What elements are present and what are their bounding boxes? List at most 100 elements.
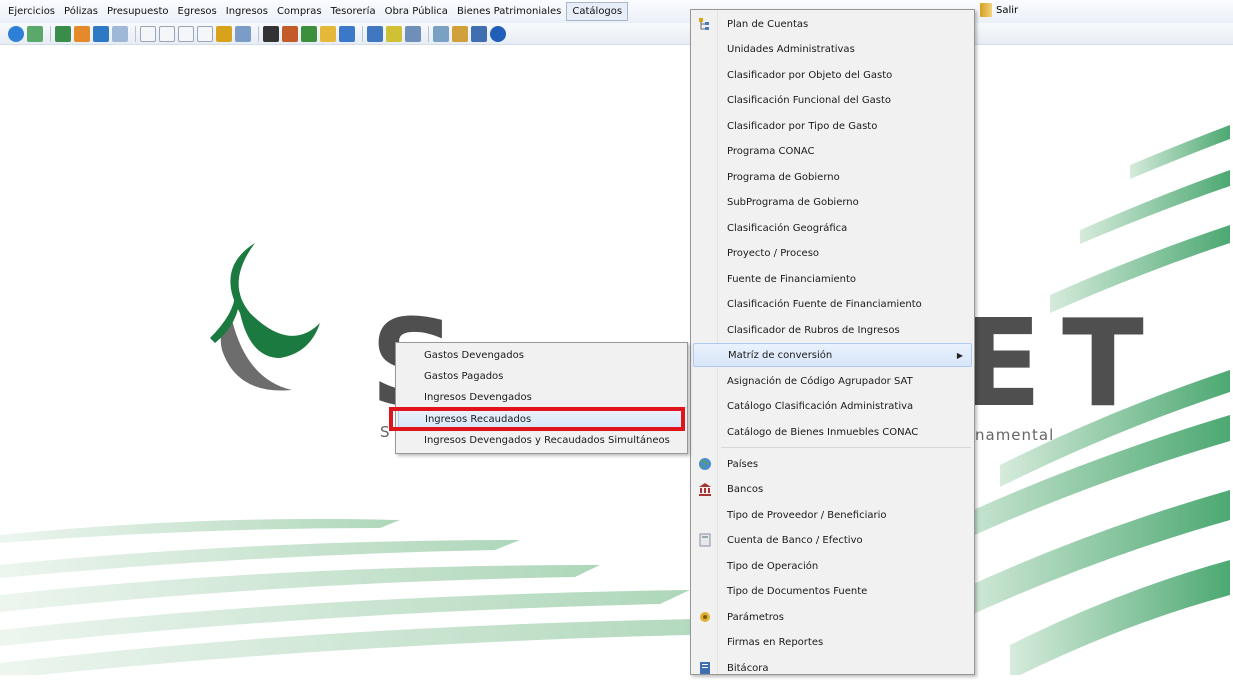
- menu-item-label: Clasificación Funcional del Gasto: [727, 94, 891, 106]
- submenu-item-ingresos-devengados[interactable]: Ingresos Devengados: [398, 387, 685, 407]
- box-icon[interactable]: [320, 25, 336, 42]
- menu-separator: [721, 447, 971, 448]
- menu-item-proyecto-proceso[interactable]: Proyecto / Proceso: [693, 241, 972, 265]
- menu-bienes-patrimoniales[interactable]: Bienes Patrimoniales: [453, 2, 565, 21]
- menu-salir-label: Salir: [996, 4, 1019, 16]
- paint-icon[interactable]: [386, 25, 402, 42]
- menu-item-bitacora[interactable]: Bitácora: [693, 656, 972, 680]
- report-icon[interactable]: [93, 25, 109, 42]
- key-icon[interactable]: [216, 25, 232, 42]
- menu-item-fuente-financiamiento[interactable]: Fuente de Financiamiento: [693, 267, 972, 291]
- submenu-arrow-icon: ▶: [956, 350, 963, 360]
- menu-item-clasificacion-fuente-financiamiento[interactable]: Clasificación Fuente de Financiamiento: [693, 292, 972, 316]
- menu-item-matriz-conversion[interactable]: Matríz de conversión ▶: [693, 343, 972, 367]
- menu-ingresos[interactable]: Ingresos: [222, 2, 272, 21]
- menu-item-plan-de-cuentas[interactable]: Plan de Cuentas: [693, 12, 972, 36]
- print-icon[interactable]: [235, 25, 251, 42]
- menu-item-label: Programa de Gobierno: [727, 171, 840, 183]
- help-icon[interactable]: [490, 25, 506, 42]
- menu-item-label: Catálogo Clasificación Administrativa: [727, 400, 914, 412]
- menu-item-clasificador-rubros-ingresos[interactable]: Clasificador de Rubros de Ingresos: [693, 318, 972, 342]
- menu-compras[interactable]: Compras: [273, 2, 326, 21]
- menu-item-label: Proyecto / Proceso: [727, 247, 820, 259]
- settings-icon[interactable]: [452, 25, 468, 42]
- doc-e-icon[interactable]: [178, 25, 194, 42]
- clipboard-icon[interactable]: [263, 25, 279, 42]
- menu-item-programa-gobierno[interactable]: Programa de Gobierno: [693, 165, 972, 189]
- toolbar-separator: [428, 25, 429, 42]
- log-icon[interactable]: [471, 25, 487, 42]
- menu-egresos[interactable]: Egresos: [174, 2, 221, 21]
- menu-item-label: Tipo de Proveedor / Beneficiario: [727, 509, 887, 521]
- submenu-item-ingresos-devengados-recaudados[interactable]: Ingresos Devengados y Recaudados Simultá…: [398, 430, 685, 450]
- menu-item-clasificador-objeto-gasto[interactable]: Clasificador por Objeto del Gasto: [693, 63, 972, 87]
- menu-item-clasificacion-geografica[interactable]: Clasificación Geográfica: [693, 216, 972, 240]
- menu-item-parametros[interactable]: Parámetros: [693, 605, 972, 629]
- tagline-right: namental: [975, 426, 1055, 444]
- chart-icon[interactable]: [301, 25, 317, 42]
- menu-item-codigo-agrupador-sat[interactable]: Asignación de Código Agrupador SAT: [693, 369, 972, 393]
- log-icon: [700, 662, 710, 674]
- menu-item-cuenta-banco[interactable]: Cuenta de Banco / Efectivo: [693, 528, 972, 552]
- menu-item-label: Programa CONAC: [727, 145, 815, 157]
- menu-item-paises[interactable]: Países: [693, 452, 972, 476]
- report-2-icon[interactable]: [367, 25, 383, 42]
- menu-item-clasificacion-funcional[interactable]: Clasificación Funcional del Gasto: [693, 88, 972, 112]
- menu-item-label: Asignación de Código Agrupador SAT: [727, 375, 913, 387]
- menu-item-label: Tipo de Operación: [727, 560, 819, 572]
- menu-polizas[interactable]: Pólizas: [60, 2, 102, 21]
- menu-presupuesto[interactable]: Presupuesto: [103, 2, 173, 21]
- menu-item-label: Clasificación Fuente de Financiamiento: [727, 298, 922, 310]
- submenu-item-gastos-devengados[interactable]: Gastos Devengados: [398, 345, 685, 365]
- menu-bar: Ejercicios Pólizas Presupuesto Egresos I…: [0, 0, 1233, 24]
- tree-icon[interactable]: [433, 25, 449, 42]
- menu-item-subprograma-gobierno[interactable]: SubPrograma de Gobierno: [693, 190, 972, 214]
- menu-item-label: Unidades Administrativas: [727, 43, 855, 55]
- menu-item-label: Firmas en Reportes: [727, 636, 824, 648]
- menu-item-label: Fuente de Financiamiento: [727, 273, 857, 285]
- menu-item-firmas-reportes[interactable]: Firmas en Reportes: [693, 630, 972, 654]
- toolbar: [0, 23, 1233, 45]
- globe-icon: [699, 458, 711, 470]
- submenu-item-label: Gastos Devengados: [424, 349, 524, 361]
- menu-item-label: SubPrograma de Gobierno: [727, 196, 859, 208]
- menu-item-label: Plan de Cuentas: [727, 18, 809, 30]
- refresh-icon[interactable]: [8, 25, 24, 42]
- matriz-conversion-submenu: Gastos Devengados Gastos Pagados Ingreso…: [395, 342, 688, 454]
- menu-item-tipo-documentos-fuente[interactable]: Tipo de Documentos Fuente: [693, 579, 972, 603]
- menu-item-unidades-administrativas[interactable]: Unidades Administrativas: [693, 37, 972, 61]
- menu-item-programa-conac[interactable]: Programa CONAC: [693, 139, 972, 163]
- settings-icon: [700, 612, 710, 622]
- menu-tesoreria[interactable]: Tesorería: [327, 2, 380, 21]
- tools-icon[interactable]: [282, 25, 298, 42]
- folder-icon[interactable]: [55, 25, 71, 42]
- menu-ejercicios[interactable]: Ejercicios: [4, 2, 59, 21]
- toolbar-separator: [362, 25, 363, 42]
- map-icon[interactable]: [405, 25, 421, 42]
- menu-item-bienes-inmuebles-conac[interactable]: Catálogo de Bienes Inmuebles CONAC: [693, 420, 972, 444]
- menu-item-tipo-operacion[interactable]: Tipo de Operación: [693, 554, 972, 578]
- menu-obra-publica[interactable]: Obra Pública: [381, 2, 452, 21]
- doc-d-icon[interactable]: [159, 25, 175, 42]
- menu-item-label: Clasificador por Tipo de Gasto: [727, 120, 878, 132]
- submenu-item-gastos-pagados[interactable]: Gastos Pagados: [398, 366, 685, 386]
- doc-p-icon[interactable]: [197, 25, 213, 42]
- grid-icon[interactable]: [112, 25, 128, 42]
- menu-item-label: Clasificación Geográfica: [727, 222, 848, 234]
- menu-salir[interactable]: Salir: [980, 3, 1018, 17]
- document-icon[interactable]: [27, 25, 43, 42]
- doc-c-icon[interactable]: [140, 25, 156, 42]
- bank-icon: [699, 483, 711, 496]
- toolbar-separator: [135, 25, 136, 42]
- menu-item-clasificador-tipo-gasto[interactable]: Clasificador por Tipo de Gasto: [693, 114, 972, 138]
- globe-icon[interactable]: [339, 25, 355, 42]
- submenu-item-label: Gastos Pagados: [424, 370, 504, 382]
- transfer-icon[interactable]: [74, 25, 90, 42]
- calculator-icon: [699, 533, 711, 547]
- menu-item-catalogo-clasificacion-administrativa[interactable]: Catálogo Clasificación Administrativa: [693, 394, 972, 418]
- toolbar-separator: [258, 25, 259, 42]
- menu-catalogos[interactable]: Catálogos: [566, 2, 629, 21]
- menu-item-bancos[interactable]: Bancos: [693, 477, 972, 501]
- menu-item-label: Cuenta de Banco / Efectivo: [727, 534, 863, 546]
- menu-item-tipo-proveedor[interactable]: Tipo de Proveedor / Beneficiario: [693, 503, 972, 527]
